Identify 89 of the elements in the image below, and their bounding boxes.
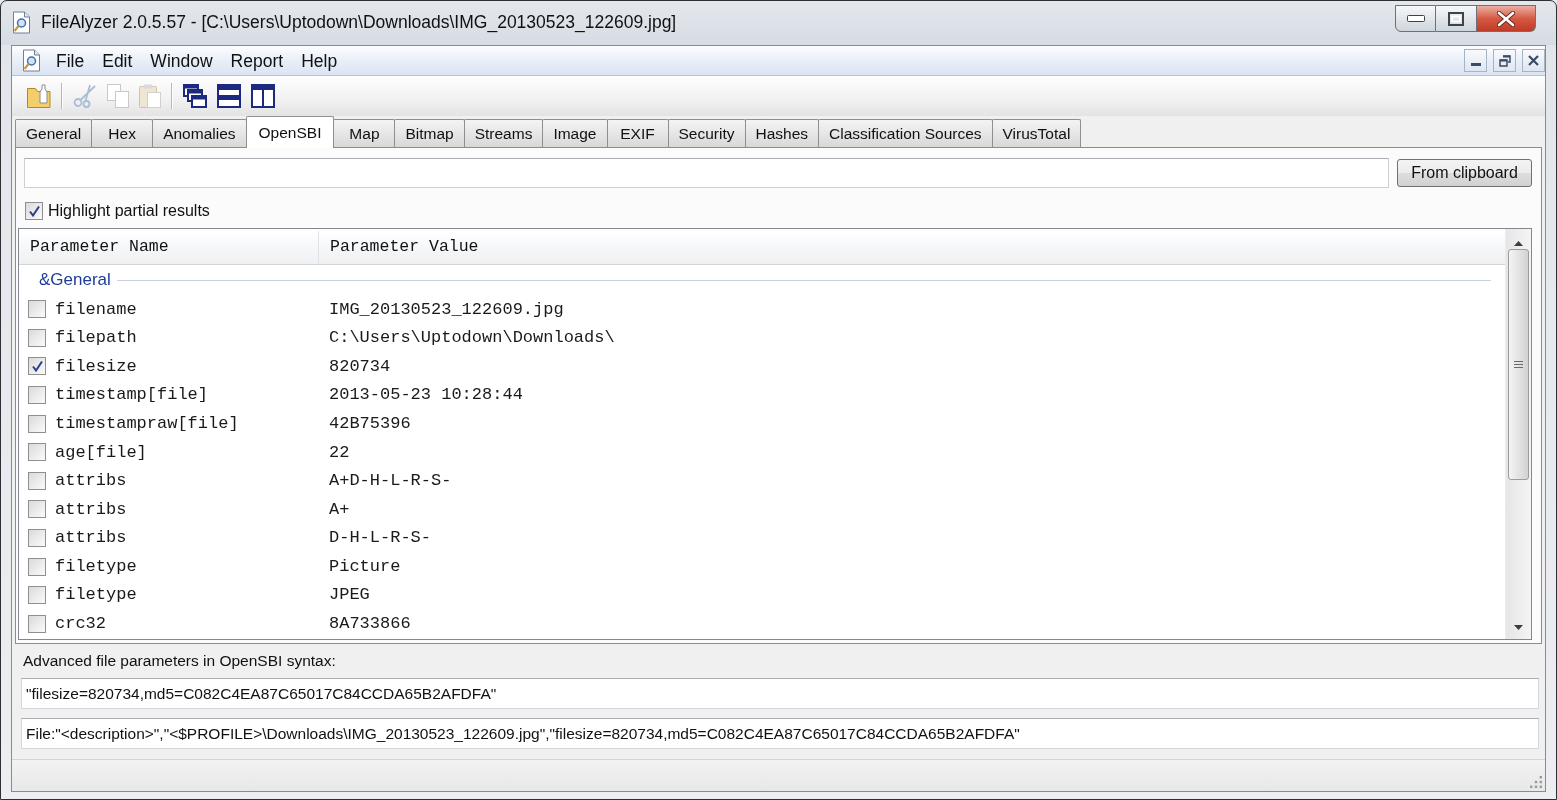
column-header[interactable]: Parameter Value [319,231,1505,264]
menu-item[interactable]: Edit [93,46,142,75]
scroll-up-arrow-icon[interactable] [1514,241,1523,246]
checkbox[interactable] [25,202,43,220]
tile-horizontal-icon[interactable] [217,84,241,108]
parameter-name: attribs [55,470,128,493]
parameter-name: filename [55,298,138,321]
parameter-value: 22 [329,441,350,464]
checkbox[interactable] [28,414,46,433]
syntax-field[interactable]: "filesize=820734,md5=C082C4EA87C65017C84CCDA65B2AFDFA" [21,678,1539,709]
parameter-name: timestamp[file] [55,384,210,407]
checkbox[interactable] [28,586,46,605]
opensbi-input-field[interactable] [24,158,1389,188]
checkbox[interactable] [28,557,46,576]
checkbox[interactable] [28,614,46,633]
maximize-icon [1448,11,1464,26]
checkbox-label: Highlight partial results [48,201,210,221]
parameter-name: attribs [55,527,128,550]
grip-lines-icon [1514,359,1523,370]
minimize-button[interactable] [1395,5,1436,32]
syntax-field[interactable]: File:"<description>","<$PROFILE>\Downloads\IMG_20130523_122609.jpg","filesize=820734,md5=C082C4EA87C65017C84CCDA65B2AFDFA" [21,718,1539,749]
parameter-name: attribs [55,498,128,521]
column-header[interactable]: Parameter Name [19,231,319,264]
group-header: &General [39,269,111,292]
parameter-value: IMG_20130523_122609.jpg [329,298,564,321]
checkbox[interactable] [28,471,46,490]
menu-item[interactable]: Help [292,46,347,75]
close-button[interactable] [1477,5,1536,32]
parameter-name: filetype [55,555,138,578]
parameter-value: Picture [329,555,401,578]
menu-item[interactable]: Window [141,46,222,75]
parameter-value: 8A733866 [329,613,411,636]
resize-grip-icon[interactable] [1530,776,1542,788]
parameter-name: filetype [55,584,138,607]
tab[interactable]: OpenSBI [245,116,335,148]
tab[interactable]: Hex [91,119,154,147]
parameter-value: 820734 [329,355,391,378]
close-icon [1528,55,1539,66]
scroll-down-arrow-icon[interactable] [1514,625,1523,630]
field-label: Advanced file parameters in OpenSBI syntax: [23,651,337,669]
parameter-value: 42B75396 [329,412,411,435]
tab[interactable]: Classification Sources [818,119,993,147]
parameter-name: age[file] [55,441,148,464]
parameter-name: filesize [55,355,138,378]
maximize-button[interactable] [1436,5,1477,32]
child-minimize-button[interactable] [1464,49,1487,72]
parameter-name: timestampraw[file] [55,412,240,435]
minimize-icon [1406,15,1425,22]
close-icon [1497,10,1515,27]
checkbox[interactable] [28,328,46,347]
checkbox[interactable] [28,443,46,462]
tile-vertical-icon[interactable] [251,84,275,108]
tab[interactable]: Anomalies [152,119,247,147]
parameter-value: C:\Users\Uptodown\Downloads\ [329,327,615,350]
tab[interactable]: Bitmap [394,119,465,147]
restore-icon [1498,54,1511,67]
parameter-value: D-H-L-R-S- [329,527,432,550]
cascade-windows-icon[interactable] [183,84,207,108]
parameter-value: A+ [329,498,350,521]
minimize-icon [1470,63,1481,66]
menu-item[interactable]: File [47,46,94,75]
parameter-value: A+D-H-L-R-S- [329,470,452,493]
parameter-value: JPEG [329,584,370,607]
parameter-value: 2013-05-23 10:28:44 [329,384,523,407]
menu-item[interactable]: Report [221,46,293,75]
vertical-scrollbar[interactable] [1505,229,1531,639]
checkbox[interactable] [28,386,46,405]
checkbox[interactable] [28,300,46,319]
scrollbar-thumb[interactable] [1508,249,1529,480]
tab[interactable]: General [15,119,93,147]
tab[interactable]: Streams [463,119,544,147]
tab[interactable]: Hashes [744,119,820,147]
tab[interactable]: VirusTotal [991,119,1082,147]
tab[interactable]: Map [333,119,396,147]
parameter-name: filepath [55,327,138,350]
document-magnifier-icon [12,11,31,34]
from-clipboard-button[interactable]: From clipboard [1397,159,1532,187]
folder-icon[interactable] [27,84,51,108]
parameter-name: crc32 [55,613,107,636]
document-magnifier-icon [22,49,41,72]
window-title: FileAlyzer 2.0.5.57 - [C:\Users\Uptodown\Downloads\IMG_20130523_122609.jpg] [41,11,677,35]
tab[interactable]: Image [542,119,608,147]
child-restore-button[interactable] [1493,49,1516,72]
checkbox[interactable] [28,500,46,519]
tab[interactable]: Security [667,119,746,147]
child-close-button[interactable] [1522,49,1545,72]
tab[interactable]: EXIF [606,119,669,147]
checkbox[interactable] [28,357,46,376]
checkbox[interactable] [28,529,46,548]
